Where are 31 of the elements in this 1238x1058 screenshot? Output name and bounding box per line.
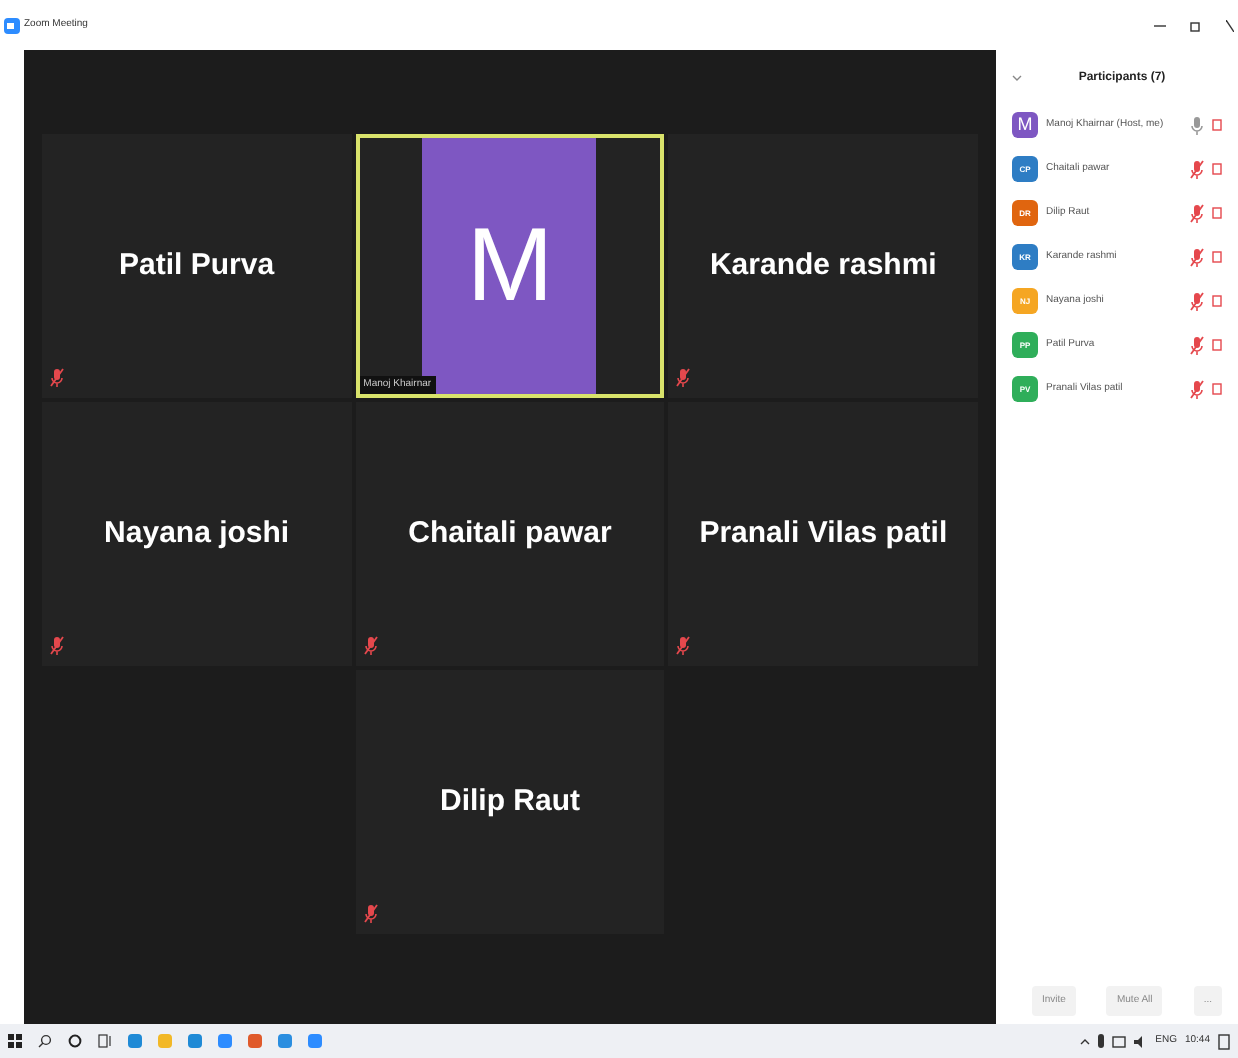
video-off-icon bbox=[1212, 118, 1222, 132]
circle-icon[interactable] bbox=[68, 1034, 82, 1048]
participant-name: Chaitali pawar bbox=[408, 513, 612, 554]
participant-name: Karande rashmi bbox=[709, 245, 937, 286]
collapse-icon[interactable] bbox=[1012, 74, 1022, 82]
video-off-icon bbox=[1212, 294, 1222, 308]
participant-avatar: M bbox=[1012, 112, 1038, 138]
minimize-icon[interactable] bbox=[1154, 19, 1166, 31]
chevron-up-icon[interactable] bbox=[1079, 1037, 1090, 1045]
speaker-icon bbox=[1133, 1035, 1148, 1047]
app-icon[interactable] bbox=[308, 1034, 322, 1048]
video-off-icon bbox=[1212, 338, 1222, 352]
notification-icon[interactable] bbox=[1218, 1033, 1230, 1049]
app-icon[interactable] bbox=[218, 1034, 232, 1048]
participant-name: Pranali Vilas patil bbox=[699, 513, 948, 554]
app-icon[interactable] bbox=[278, 1034, 292, 1048]
participant-name: Dilip Raut bbox=[439, 781, 580, 822]
search-icon[interactable] bbox=[38, 1034, 52, 1048]
video-off-icon bbox=[1212, 162, 1222, 176]
video-off-icon bbox=[1212, 382, 1222, 396]
restore-icon[interactable] bbox=[1190, 19, 1202, 31]
windows-start-icon[interactable] bbox=[8, 1034, 22, 1048]
app-icon[interactable] bbox=[128, 1034, 142, 1048]
mic-icon bbox=[1097, 1034, 1104, 1048]
participant-name: Nayana joshi bbox=[104, 513, 290, 554]
app-icon[interactable] bbox=[188, 1034, 202, 1048]
app-icon[interactable] bbox=[248, 1034, 262, 1048]
video-off-icon bbox=[1212, 250, 1222, 264]
participant-name: Patil Purva bbox=[119, 245, 275, 286]
task-view-icon[interactable] bbox=[98, 1034, 112, 1048]
video-off-icon bbox=[1212, 206, 1222, 220]
